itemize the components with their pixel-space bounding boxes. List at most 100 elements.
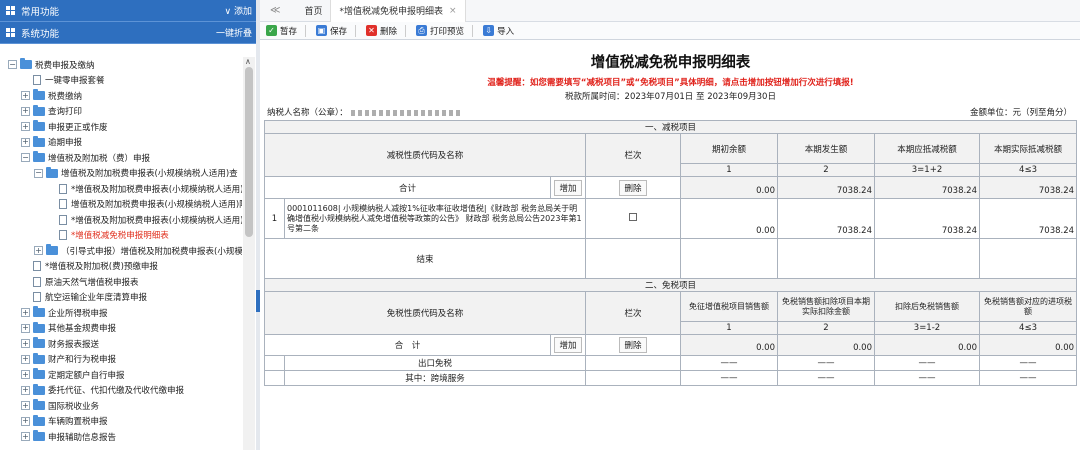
- exempt-delete-button[interactable]: 删除: [619, 337, 647, 353]
- tree-item[interactable]: − 税费申报及缴纳: [8, 57, 242, 73]
- reduce-row-value[interactable]: 7038.24: [978, 198, 1078, 239]
- close-icon[interactable]: ×: [449, 6, 457, 16]
- document-icon: [59, 199, 67, 210]
- delete-icon: ✕: [366, 25, 378, 36]
- expand-icon[interactable]: +: [21, 122, 30, 132]
- reduce-lanci-header: 栏次: [585, 133, 681, 177]
- tree-item[interactable]: + 委托代征、代扣代缴及代收代缴申报: [8, 383, 242, 399]
- tree-item[interactable]: + 逾期申报: [8, 135, 242, 151]
- collapse-all-button[interactable]: 一键折叠: [216, 26, 252, 39]
- expand-icon[interactable]: +: [21, 323, 30, 333]
- print-icon: ⎙: [416, 25, 428, 36]
- tree-item[interactable]: + 定期定额户自行申报: [8, 367, 242, 383]
- save-button[interactable]: ▣ 保存: [316, 24, 357, 37]
- tree-item[interactable]: + 申报辅助信息报告: [8, 429, 242, 445]
- tab-bar: ≪ 首页 *增值税减免税申报明细表 ×: [260, 0, 1080, 22]
- tree-item[interactable]: *增值税及附加税费申报表(小规模纳税人适用)注: [8, 181, 242, 197]
- expand-icon[interactable]: +: [21, 308, 30, 318]
- tree-item-label: 财务报表报送: [48, 339, 100, 350]
- folder-icon: [33, 135, 45, 147]
- tree-item[interactable]: + 企业所得税申报: [8, 305, 242, 321]
- reduce-row-number: 1: [264, 198, 285, 239]
- row-select-checkbox[interactable]: [629, 213, 637, 221]
- tree-item[interactable]: 增值税及附加税费申报表(小规模纳税人适用)附: [8, 197, 242, 213]
- reduce-add-button[interactable]: 增加: [554, 179, 582, 196]
- exempt-col-index: 3=1-2: [874, 321, 980, 335]
- tree-item[interactable]: *增值税及附加税费申报表(小规模纳税人适用)附: [8, 212, 242, 228]
- exempt-add-button[interactable]: 增加: [554, 337, 582, 353]
- reduce-col-header: 本期实际抵减税额: [978, 133, 1078, 164]
- save-label: 保存: [330, 26, 348, 37]
- tree-item[interactable]: + 财产和行为税申报: [8, 352, 242, 368]
- tab-home[interactable]: 首页: [296, 0, 330, 22]
- reduce-total-label: 合计: [264, 176, 551, 199]
- print-preview-button[interactable]: ⎙ 打印预览: [416, 24, 474, 37]
- expand-icon[interactable]: +: [21, 385, 30, 395]
- menu-tree: − 税费申报及缴纳 一键零申报套餐 + 税费缴纳 + 查询打印 + 申报更正或作废 + 逾期申报 − 增…: [8, 57, 242, 450]
- tree-item[interactable]: − 增值税及附加税费申报表(小规模纳税人适用)查: [8, 166, 242, 182]
- folder-icon: [33, 352, 45, 364]
- collapse-icon[interactable]: −: [8, 60, 17, 70]
- tree-item[interactable]: + 国际税收业务: [8, 398, 242, 414]
- expand-icon[interactable]: +: [21, 91, 30, 101]
- add-favorite-button[interactable]: ∨ 添加: [225, 4, 252, 17]
- import-button[interactable]: ⇩ 导入: [483, 25, 514, 37]
- exempt-col-header: 免税销售额扣除项目本期实际扣除金额: [777, 291, 875, 322]
- tree-item[interactable]: + 财务报表报送: [8, 336, 242, 352]
- payer-label: 纳税人名称（公章）：: [267, 108, 348, 118]
- scrollbar-thumb[interactable]: [245, 67, 253, 237]
- tab-scroll-back-icon[interactable]: ≪: [270, 5, 280, 16]
- expand-icon[interactable]: +: [21, 432, 30, 442]
- common-functions-bar[interactable]: 常用功能 ∨ 添加: [0, 0, 258, 22]
- tree-item[interactable]: 一键零申报套餐: [8, 73, 242, 89]
- expand-icon[interactable]: +: [21, 416, 30, 426]
- delete-button[interactable]: ✕ 删除: [366, 24, 407, 37]
- tree-item[interactable]: + 其他基金规费申报: [8, 321, 242, 337]
- reduce-delete-button[interactable]: 删除: [619, 179, 647, 196]
- reduce-row-value[interactable]: 0.00: [680, 198, 778, 239]
- folder-icon: [33, 104, 45, 116]
- expand-icon[interactable]: +: [21, 339, 30, 349]
- system-functions-bar[interactable]: 系统功能 一键折叠: [0, 22, 258, 44]
- folder-icon: [33, 414, 45, 426]
- tree-item[interactable]: − 增值税及附加税（费）申报: [8, 150, 242, 166]
- tree-item[interactable]: 航空运输企业年度清算申报: [8, 290, 242, 306]
- collapse-icon[interactable]: −: [34, 168, 43, 178]
- tree-item[interactable]: + 车辆购置税申报: [8, 414, 242, 430]
- expand-icon[interactable]: +: [21, 354, 30, 364]
- exempt-lanci-header: 栏次: [585, 291, 681, 335]
- tree-item-label: 财产和行为税申报: [48, 355, 117, 366]
- tree-item[interactable]: + 税费缴纳: [8, 88, 242, 104]
- save-temp-button[interactable]: ✓ 暂存: [266, 24, 307, 37]
- tree-item[interactable]: + 申报更正或作废: [8, 119, 242, 135]
- exempt-col-header: 扣除后免税销售额: [874, 291, 980, 322]
- expand-icon[interactable]: +: [34, 246, 43, 256]
- reduce-col-header: 期初余额: [680, 133, 778, 164]
- left-panel: 常用功能 ∨ 添加 系统功能 一键折叠 − 税费申报及缴纳 一键零申报套餐 + 税费缴纳…: [0, 0, 258, 450]
- tree-item-label: 增值税及附加税费申报表(小规模纳税人适用)附: [71, 200, 242, 211]
- tree-item[interactable]: 原油天然气增值税申报表: [8, 274, 242, 290]
- tree-item[interactable]: + （引导式申报）增值税及附加税费申报表(小规模: [8, 243, 242, 259]
- tree-item[interactable]: *增值税减免税申报明细表: [8, 228, 242, 244]
- exempt-col-header: 免税销售额对应的进项税额: [978, 291, 1078, 322]
- folder-icon: [33, 337, 45, 349]
- expand-icon[interactable]: +: [21, 401, 30, 411]
- tree-item-label: 企业所得税申报: [48, 308, 108, 319]
- reduce-row-value[interactable]: 7038.24: [777, 198, 875, 239]
- tree-item[interactable]: + 查询打印: [8, 104, 242, 120]
- document-icon: [59, 230, 67, 241]
- tree-item-label: *增值税及附加税费申报表(小规模纳税人适用)注: [71, 184, 242, 195]
- reduce-type-select[interactable]: 0001011608| 小规模纳税人减按1%征收率征收增值税|《财政部 税务总局…: [284, 198, 586, 239]
- sidebar-scrollbar[interactable]: ∧: [243, 57, 255, 450]
- tab-current-label: *增值税减免税申报明细表: [339, 7, 443, 17]
- expand-icon[interactable]: +: [21, 106, 30, 116]
- scroll-up-icon[interactable]: ∧: [245, 57, 251, 66]
- tab-current[interactable]: *增值税减免税申报明细表 ×: [330, 0, 466, 22]
- grid-icon: [6, 28, 15, 37]
- collapse-icon[interactable]: −: [21, 153, 30, 163]
- tree-item[interactable]: *增值税及附加税(费)预缴申报: [8, 259, 242, 275]
- expand-icon[interactable]: +: [21, 370, 30, 380]
- tree-item-label: 增值税及附加税费申报表(小规模纳税人适用)查: [61, 169, 238, 180]
- expand-icon[interactable]: +: [21, 137, 30, 147]
- document-icon: [33, 261, 41, 272]
